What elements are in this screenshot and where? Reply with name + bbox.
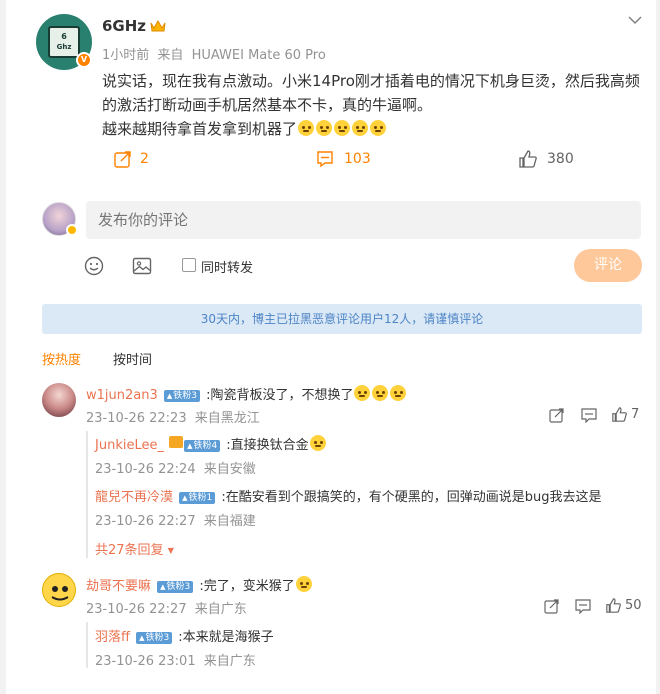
comment-input[interactable] bbox=[86, 201, 641, 239]
post-text-line-3-text: 越来越期待拿首发拿到机器了 bbox=[102, 120, 298, 138]
fan-level-badge: 铁粉3 bbox=[157, 581, 194, 593]
reply-line: JunkieLee_ 铁粉4 :直接换钛合金 bbox=[95, 434, 327, 453]
reply-time: 23-10-26 23:01 bbox=[95, 654, 196, 669]
block-notice-banner: 30天内，博主已拉黑恶意评论用户12人，请谨慎评论 bbox=[42, 304, 642, 334]
reply-meta: 23-10-26 22:24 来自安徽 bbox=[95, 458, 256, 477]
comment-like-count: 7 bbox=[631, 407, 640, 422]
post-text-line-2: 的激活打断动画手机居然基本不卡，真的牛逼啊。 bbox=[102, 96, 433, 114]
weibo-post-card: 6 Ghz V 6GHz 1小时前 来自 HUAWEI Mate 60 Pro … bbox=[6, 0, 656, 694]
post-text-line-1: 说实话，现在我有点激动。小米14Pro刚才插着电的情况下机身巨烫，然后我高频 bbox=[102, 72, 640, 90]
tab-sort-time[interactable]: 按时间 bbox=[113, 349, 152, 368]
comment-meta: 23-10-26 22:27 来自广东 bbox=[86, 598, 247, 617]
share-icon[interactable] bbox=[549, 408, 564, 427]
fan-level-badge: 铁粉4 bbox=[184, 440, 221, 452]
comment-time: 23-10-26 22:23 bbox=[86, 411, 187, 426]
fan-level-badge: 铁粉1 bbox=[179, 492, 216, 504]
like-button[interactable]: 380 bbox=[519, 150, 574, 168]
comment-time: 23-10-26 22:27 bbox=[86, 602, 187, 617]
post-text-line-3: 越来越期待拿首发拿到机器了 bbox=[102, 117, 647, 141]
thumbs-up-icon bbox=[519, 150, 537, 168]
chevron-down-icon[interactable] bbox=[628, 10, 642, 29]
chip-logo: 6 Ghz bbox=[48, 26, 80, 58]
reply-location: 来自安徽 bbox=[203, 462, 256, 477]
post-time[interactable]: 1小时前 bbox=[102, 48, 149, 63]
my-verified-badge-icon bbox=[66, 224, 78, 236]
commenter-avatar[interactable] bbox=[42, 383, 76, 417]
comment-icon bbox=[316, 150, 334, 168]
member-crown-icon bbox=[150, 18, 166, 37]
cry-emoji-icon bbox=[390, 385, 407, 401]
tab-sort-hot[interactable]: 按热度 bbox=[42, 349, 81, 368]
caret-down-icon: ▼ bbox=[167, 546, 174, 555]
post-meta: 1小时前 来自 HUAWEI Mate 60 Pro bbox=[102, 44, 326, 63]
avatar-text-bottom: Ghz bbox=[56, 43, 72, 51]
comment-location: 来自黑龙江 bbox=[194, 411, 260, 426]
replier-name[interactable]: JunkieLee_ bbox=[95, 438, 164, 453]
comment-like-count: 50 bbox=[625, 598, 642, 613]
repost-count: 2 bbox=[140, 151, 149, 167]
reply-text: :在酷安看到个跟搞笑的，有个硬黑的，回弹动画说是bug我去这是 bbox=[221, 490, 602, 505]
repost-checkbox[interactable] bbox=[182, 258, 196, 272]
post-author-name[interactable]: 6GHz bbox=[102, 17, 146, 35]
thumbs-up-icon bbox=[606, 598, 621, 613]
avatar-text-top: 6 bbox=[61, 32, 67, 41]
reply-line: 羽落ff 铁粉3 :本来就是海猴子 bbox=[95, 626, 274, 645]
comment-line: w1jun2an3 铁粉3 :陶瓷背板没了，不想换了 bbox=[86, 384, 407, 403]
comment-like-button[interactable]: 50 bbox=[606, 598, 642, 613]
cry-emoji-icon bbox=[372, 385, 389, 401]
cry-emoji-icon bbox=[334, 120, 351, 136]
comment-like-button[interactable]: 7 bbox=[612, 407, 639, 422]
comment-line: 劫哥不要嘛 铁粉3 :完了，变米猴了 bbox=[86, 575, 313, 594]
cat-emoji-icon bbox=[295, 576, 312, 592]
reply-meta: 23-10-26 23:01 来自广东 bbox=[95, 650, 256, 669]
cry-emoji-icon bbox=[298, 120, 315, 136]
reply-meta: 23-10-26 22:27 来自福建 bbox=[95, 510, 256, 529]
reply-thread-line bbox=[86, 622, 88, 668]
vip-icon bbox=[169, 436, 184, 448]
post-source: HUAWEI Mate 60 Pro bbox=[191, 48, 326, 63]
comment-text: :陶瓷背板没了，不想换了 bbox=[206, 388, 354, 403]
repost-icon bbox=[114, 150, 132, 168]
share-icon[interactable] bbox=[544, 599, 559, 618]
comment-count: 103 bbox=[344, 151, 371, 167]
cry-emoji-icon bbox=[352, 120, 369, 136]
more-replies-link[interactable]: 共27条回复 ▼ bbox=[95, 539, 174, 558]
post-text: 说实话，现在我有点激动。小米14Pro刚才插着电的情况下机身巨烫，然后我高频 的… bbox=[102, 69, 647, 141]
cat-emoji-icon bbox=[309, 435, 326, 451]
reply-text: :直接换钛合金 bbox=[226, 438, 309, 453]
replier-name[interactable]: 龍兒不再冷漠 bbox=[95, 490, 173, 505]
repost-checkbox-label[interactable]: 同时转发 bbox=[201, 257, 253, 276]
comment-text: :完了，变米猴了 bbox=[199, 579, 295, 594]
cry-emoji-icon bbox=[316, 120, 333, 136]
verified-badge-icon: V bbox=[76, 52, 92, 68]
fan-level-badge: 铁粉3 bbox=[163, 390, 200, 402]
reply-location: 来自广东 bbox=[203, 654, 256, 669]
reply-icon[interactable] bbox=[581, 408, 597, 427]
post-source-prefix: 来自 bbox=[157, 48, 184, 63]
like-count: 380 bbox=[547, 151, 574, 167]
replier-name[interactable]: 羽落ff bbox=[95, 630, 130, 645]
comment-location: 来自广东 bbox=[194, 602, 247, 617]
cry-emoji-icon bbox=[354, 385, 371, 401]
comment-button[interactable]: 103 bbox=[316, 150, 371, 168]
cry-emoji-icon bbox=[370, 120, 387, 136]
reply-time: 23-10-26 22:27 bbox=[95, 514, 196, 529]
thumbs-up-icon bbox=[612, 407, 627, 422]
submit-comment-button[interactable]: 评论 bbox=[574, 249, 642, 282]
reply-location: 来自福建 bbox=[203, 514, 256, 529]
repost-button[interactable]: 2 bbox=[114, 150, 149, 168]
reply-thread-line bbox=[86, 431, 88, 558]
reply-text: :本来就是海猴子 bbox=[178, 630, 274, 645]
image-icon[interactable] bbox=[132, 256, 152, 280]
reply-line: 龍兒不再冷漠 铁粉1 :在酷安看到个跟搞笑的，有个硬黑的，回弹动画说是bug我去… bbox=[95, 486, 601, 505]
comment-meta: 23-10-26 22:23 来自黑龙江 bbox=[86, 407, 260, 426]
reply-icon[interactable] bbox=[575, 599, 591, 618]
more-replies-text: 共27条回复 bbox=[95, 543, 164, 558]
commenter-name[interactable]: w1jun2an3 bbox=[86, 388, 158, 403]
reply-time: 23-10-26 22:24 bbox=[95, 462, 196, 477]
emoji-icon[interactable] bbox=[84, 256, 104, 280]
fan-level-badge: 铁粉3 bbox=[136, 632, 173, 644]
commenter-avatar[interactable] bbox=[42, 573, 76, 607]
commenter-name[interactable]: 劫哥不要嘛 bbox=[86, 579, 151, 594]
